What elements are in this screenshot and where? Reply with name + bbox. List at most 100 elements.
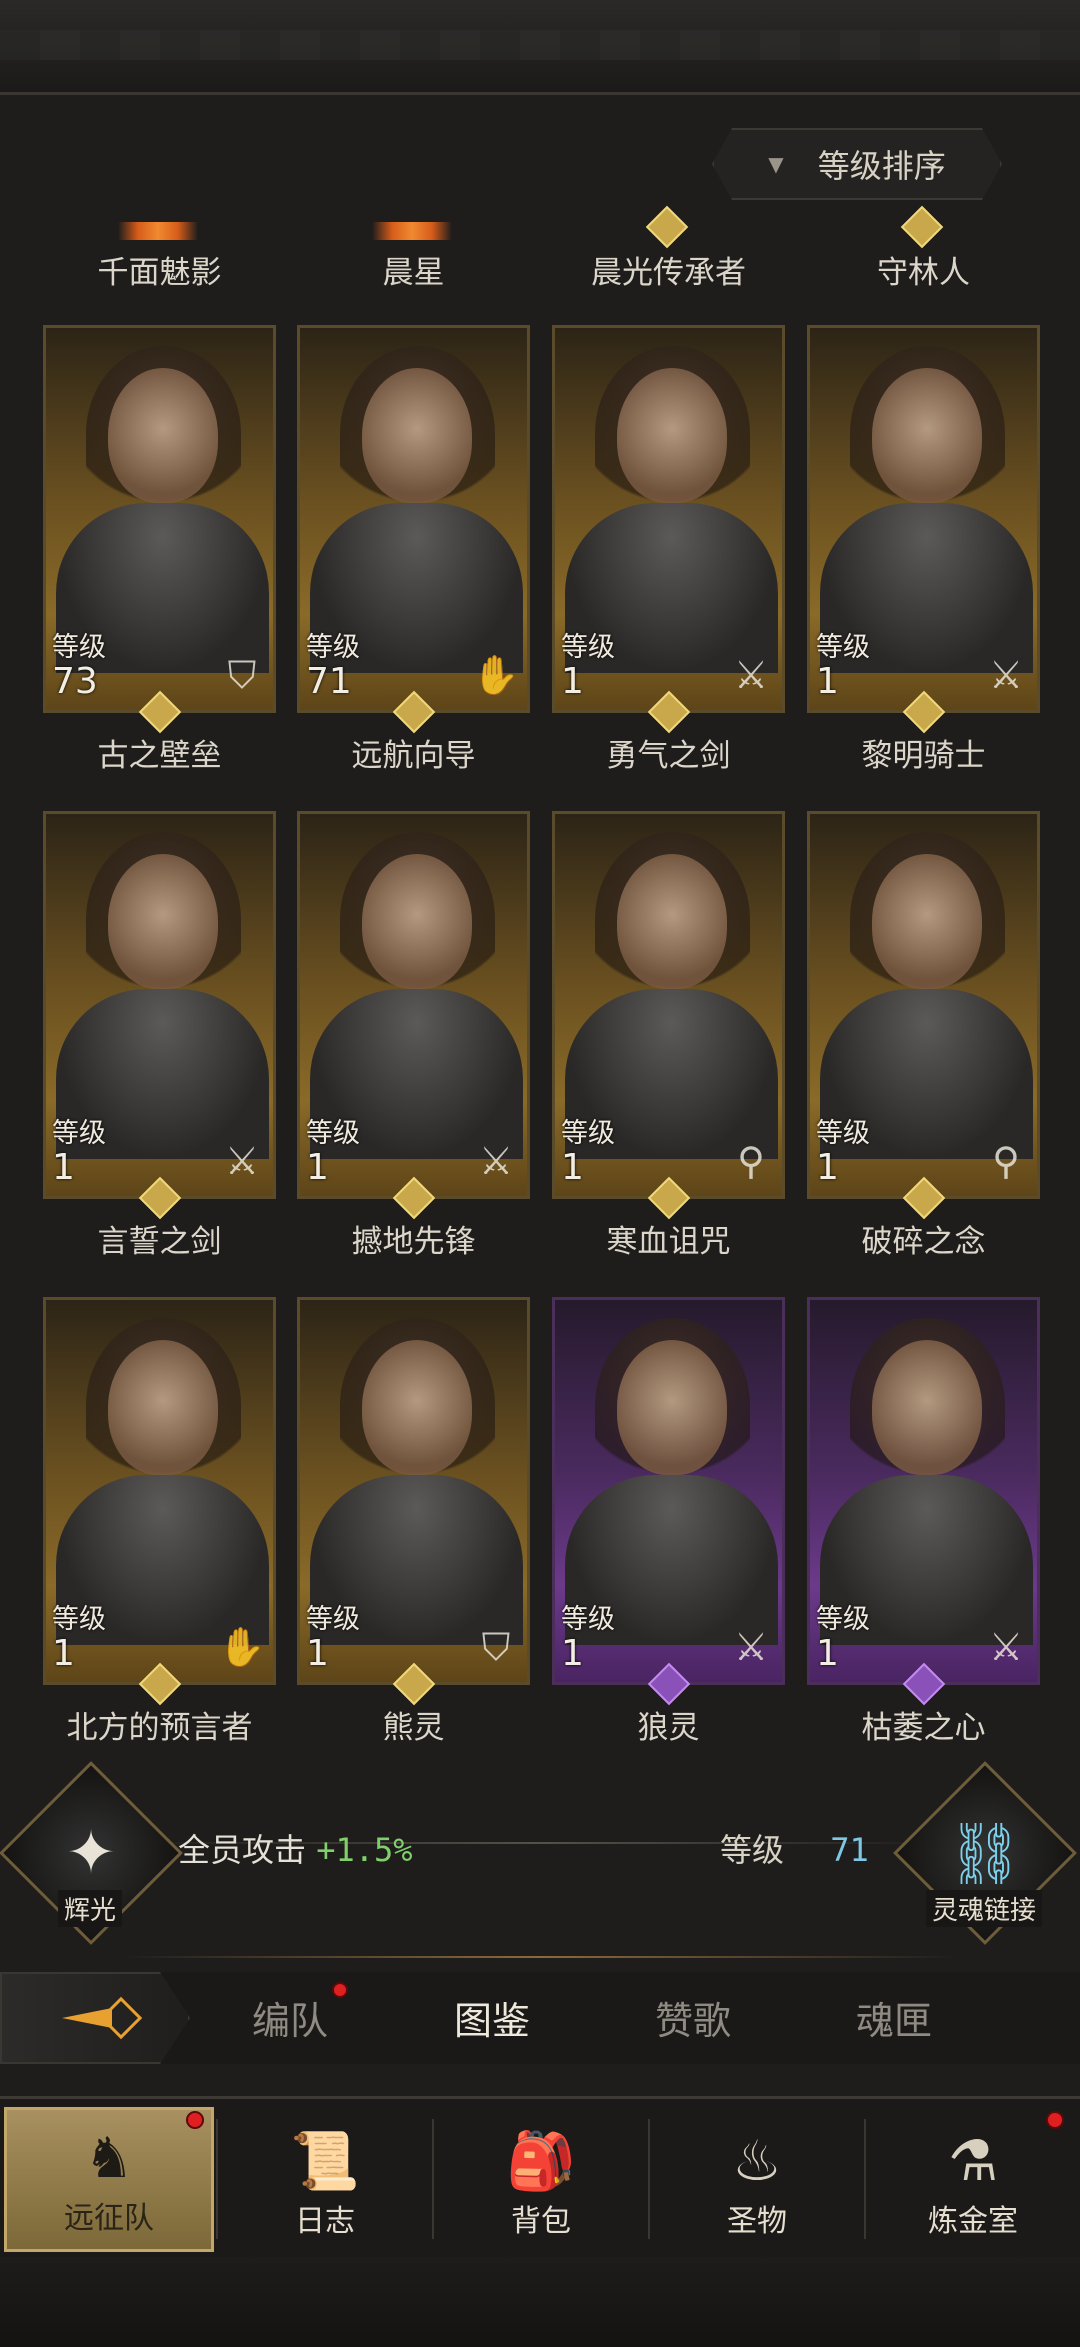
backpack-icon: 🎒 xyxy=(506,2129,576,2194)
hero-card[interactable]: 等级 1 ⚔ xyxy=(297,811,530,1220)
scroll-icon: 📜 xyxy=(290,2129,360,2194)
level-label: 等级 xyxy=(52,1604,106,1635)
hero-name[interactable]: 黎明骑士 xyxy=(807,730,1040,775)
nav-backpack[interactable]: 🎒 背包 xyxy=(436,2107,646,2252)
nav-alchemy[interactable]: ⚗ 炼金室 xyxy=(868,2107,1078,2252)
level-label: 等级 xyxy=(561,632,615,663)
hero-card[interactable]: 等级 1 ⚔ xyxy=(807,1297,1040,1706)
hero-name[interactable]: 熊灵 xyxy=(297,1702,530,1747)
hero-name[interactable]: 狼灵 xyxy=(552,1702,785,1747)
nav-separator xyxy=(648,2119,650,2239)
tab-soul-box[interactable]: 魂匣 xyxy=(856,1990,932,2045)
soul-link-label: 灵魂链接 xyxy=(926,1890,1043,1927)
sort-label: 等级排序 xyxy=(817,147,946,185)
hero-name[interactable]: 古之壁垒 xyxy=(43,730,276,775)
sword-icon: ⚔ xyxy=(733,653,769,697)
hero-portrait-frame: 等级 1 ⚔ xyxy=(43,811,276,1199)
shield-icon: ⛉ xyxy=(481,1624,511,1669)
nav-expedition[interactable]: ♞ 远征队 xyxy=(4,2107,214,2252)
hero-card[interactable]: 等级 1 ⚲ xyxy=(807,811,1040,1220)
bottom-trim xyxy=(0,2257,1080,2347)
tab-codex[interactable]: 图鉴 xyxy=(454,1990,530,2045)
hero-portrait-frame: 等级 1 ⚔ xyxy=(297,811,530,1199)
sword-icon: ⚔ xyxy=(988,653,1024,697)
tab-formation[interactable]: 编队 xyxy=(252,1990,328,2045)
nav-label: 圣物 xyxy=(727,2204,787,2239)
staff-icon: ⚲ xyxy=(737,1139,765,1183)
notification-dot xyxy=(1046,2111,1064,2129)
alchemy-icon: ⚗ xyxy=(947,2129,999,2194)
level-value: 1 xyxy=(306,1633,329,1674)
hero-portrait-frame: 等级 1 ⚲ xyxy=(807,811,1040,1199)
level-value: 71 xyxy=(830,1831,869,1869)
hero-portrait-frame: 等级 73 ⛉ xyxy=(43,325,276,713)
hero-portrait-frame: 等级 71 ✋ xyxy=(297,325,530,713)
hero-card[interactable]: 等级 73 ⛉ xyxy=(43,325,276,734)
sword-icon: ⚔ xyxy=(478,1139,514,1183)
level-value: 73 xyxy=(52,661,98,702)
hero-name[interactable]: 枯萎之心 xyxy=(807,1702,1040,1747)
level-label: 等级 xyxy=(306,1604,360,1635)
hero-name[interactable]: 撼地先锋 xyxy=(297,1216,530,1261)
level-label: 等级 xyxy=(816,1118,870,1149)
hero-card[interactable]: 等级 1 ✋ xyxy=(43,1297,276,1706)
tab-divider xyxy=(120,1956,960,1958)
bonus-bar: ✦ 辉光 全员攻击 +1.5% 等级 71 ⛓ 灵魂链接 xyxy=(0,1761,1080,1945)
hero-name[interactable]: 晨星 xyxy=(297,247,530,292)
hero-name[interactable]: 千面魅影 xyxy=(43,247,276,292)
level-value: 1 xyxy=(52,1147,75,1188)
top-gem-4 xyxy=(900,205,944,249)
level-value: 71 xyxy=(306,661,352,702)
nav-relic[interactable]: ♨ 圣物 xyxy=(652,2107,862,2252)
top-gem-2 xyxy=(372,222,452,240)
hero-card[interactable]: 等级 1 ⚔ xyxy=(807,325,1040,734)
level-value: 1 xyxy=(816,1147,839,1188)
all-attack-bonus: 全员攻击 +1.5% xyxy=(178,1825,413,1871)
level-value: 1 xyxy=(816,661,839,702)
hero-card[interactable]: 等级 71 ✋ xyxy=(297,325,530,734)
hero-name[interactable]: 言誓之剑 xyxy=(43,1216,276,1261)
hero-card[interactable]: 等级 1 ⛉ xyxy=(297,1297,530,1706)
top-gem-3 xyxy=(645,205,689,249)
level-value: 1 xyxy=(561,1147,584,1188)
nav-label: 日志 xyxy=(295,2204,355,2239)
level-value: 1 xyxy=(306,1147,329,1188)
palm-icon: ✋ xyxy=(218,1624,266,1669)
hero-card[interactable]: 等级 1 ⚲ xyxy=(552,811,785,1220)
sword-icon: ⚔ xyxy=(733,1625,769,1669)
level-value: 1 xyxy=(561,661,584,702)
tab-bar: 编队 图鉴 赞歌 魂匣 xyxy=(0,1972,1080,2064)
attack-label: 全员攻击 xyxy=(178,1831,307,1869)
hero-card[interactable]: 等级 1 ⚔ xyxy=(552,1297,785,1706)
radiance-label: 辉光 xyxy=(58,1890,123,1927)
hero-name[interactable]: 守林人 xyxy=(807,247,1040,292)
nav-label: 背包 xyxy=(511,2204,571,2239)
nav-label: 远征队 xyxy=(64,2201,154,2236)
level-label: 等级 xyxy=(52,1118,106,1149)
level-value: 1 xyxy=(52,1633,75,1674)
hero-name[interactable]: 寒血诅咒 xyxy=(552,1216,785,1261)
hero-name[interactable]: 晨光传承者 xyxy=(552,247,785,292)
level-label: 等级 xyxy=(306,1118,360,1149)
level-label: 等级 xyxy=(306,632,360,663)
hero-portrait-frame: 等级 1 ⚲ xyxy=(552,811,785,1199)
nav-journal[interactable]: 📜 日志 xyxy=(220,2107,430,2252)
soul-link-level: 等级 71 xyxy=(720,1825,869,1871)
level-label: 等级 xyxy=(816,1604,870,1635)
hero-name[interactable]: 勇气之剑 xyxy=(552,730,785,775)
back-arrow-icon xyxy=(62,1996,152,2040)
level-sort-button[interactable]: ▼ 等级排序 xyxy=(712,128,1002,200)
tab-hymn[interactable]: 赞歌 xyxy=(655,1990,731,2045)
level-label: 等级 xyxy=(720,1831,785,1869)
palm-icon: ✋ xyxy=(472,652,520,697)
hero-name[interactable]: 北方的预言者 xyxy=(43,1702,276,1747)
horned-helmet-icon: ♞ xyxy=(83,2126,135,2191)
hero-name[interactable]: 远航向导 xyxy=(297,730,530,775)
hero-card[interactable]: 等级 1 ⚔ xyxy=(43,811,276,1220)
hero-card[interactable]: 等级 1 ⚔ xyxy=(552,325,785,734)
top-ornament-bar xyxy=(0,0,1080,95)
bottom-navigation: ♞ 远征队 📜 日志 🎒 背包 ♨ 圣物 ⚗ 炼金室 xyxy=(0,2096,1080,2347)
hero-name[interactable]: 破碎之念 xyxy=(807,1216,1040,1261)
dropdown-triangle-icon: ▼ xyxy=(768,152,784,176)
hero-portrait-frame: 等级 1 ⚔ xyxy=(552,325,785,713)
